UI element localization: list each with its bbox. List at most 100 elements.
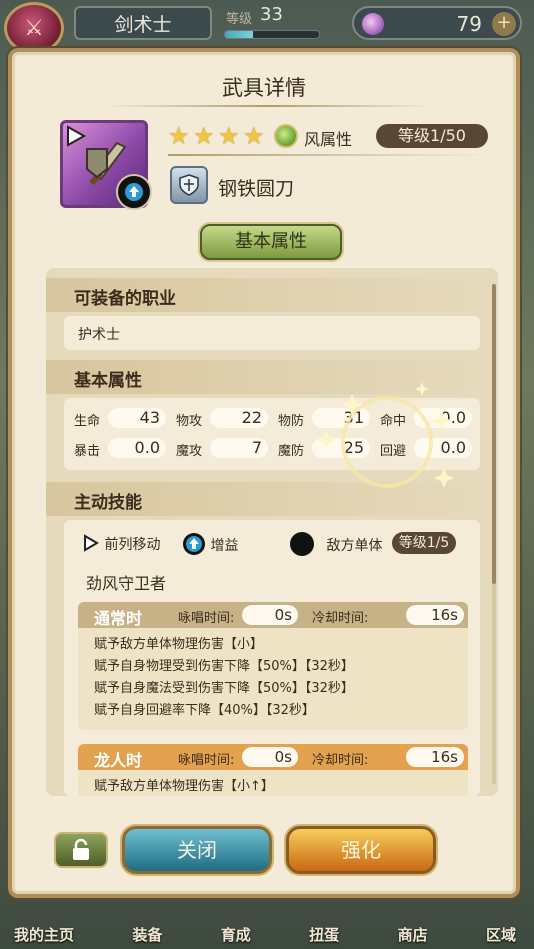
cast-label: 咏唱时间: bbox=[178, 611, 235, 626]
stat-label: 魔攻 bbox=[176, 444, 203, 459]
dragon-mode-description: 赋予敌方单体物理伤害【小↑】 bbox=[78, 770, 468, 796]
tab-basic-attributes[interactable]: 基本属性 bbox=[200, 224, 342, 260]
skill-tag-label: 增益 bbox=[210, 538, 239, 554]
level-label: 等级 bbox=[226, 12, 253, 27]
bottom-navigation: 我的主页 装备 育成 扭蛋 商店 区域 bbox=[0, 902, 534, 949]
stat-value: 0.0 bbox=[414, 438, 472, 458]
nav-equipment[interactable]: 装备 bbox=[132, 924, 162, 949]
wind-element-icon bbox=[274, 124, 298, 148]
job-value: 护术士 bbox=[78, 327, 120, 343]
stat-patk: 物攻 22 bbox=[176, 408, 272, 430]
cast-value: 0s bbox=[242, 747, 298, 767]
job-name: 剑术士 bbox=[74, 6, 212, 40]
skill-name: 劲风守卫者 bbox=[86, 574, 167, 593]
stat-label: 物攻 bbox=[176, 414, 203, 429]
stat-value: 0.0 bbox=[108, 438, 166, 458]
cast-label: 咏唱时间: bbox=[178, 753, 235, 768]
normal-mode-block: 通常时 咏唱时间: 0s 冷却时间: 16s 赋予敌方单体物理伤害【小】 赋予自… bbox=[78, 602, 468, 730]
stat-label: 回避 bbox=[380, 444, 407, 459]
stat-value: 0.0 bbox=[414, 408, 472, 428]
stat-evade: 回避 0.0 bbox=[380, 438, 476, 460]
mode-title: 通常时 bbox=[94, 609, 143, 628]
scrollbar-thumb[interactable] bbox=[492, 284, 496, 584]
stat-value: 22 bbox=[210, 408, 268, 428]
normal-mode-description: 赋予敌方单体物理伤害【小】 赋予自身物理受到伤害下降【50%】【32秒】 赋予自… bbox=[78, 628, 468, 730]
upgrade-arrow-icon bbox=[116, 174, 152, 210]
stat-value: 31 bbox=[312, 408, 370, 428]
upgrade-button[interactable]: 强化 bbox=[286, 826, 436, 874]
gem-counter: 79 + bbox=[352, 6, 522, 40]
title-divider bbox=[102, 105, 434, 107]
stat-matk: 魔攻 7 bbox=[176, 438, 272, 460]
stat-value: 43 bbox=[108, 408, 166, 428]
nav-training[interactable]: 育成 bbox=[221, 924, 251, 949]
stat-label: 生命 bbox=[74, 414, 101, 429]
detail-scroll-area[interactable]: 可装备的职业 护术士 基本属性 生命 43 物攻 22 物防 31 命中 0.0 暴击 0… bbox=[46, 268, 498, 796]
lock-button[interactable] bbox=[54, 832, 108, 868]
effect-line: 赋予自身魔法受到伤害下降【50%】【32秒】 bbox=[94, 681, 354, 696]
effect-line: 赋予自身物理受到伤害下降【50%】【32秒】 bbox=[94, 659, 354, 674]
nav-home[interactable]: 我的主页 bbox=[14, 924, 74, 949]
cooldown-value: 16s bbox=[406, 747, 464, 767]
skill-box: 前列移动 增益 敌方单体 等级1/5 劲风守卫者 通常时 咏唱时间: 0s 冷却… bbox=[64, 520, 480, 796]
skill-tag-label: 前列移动 bbox=[104, 537, 161, 553]
section-title: 可装备的职业 bbox=[74, 289, 176, 309]
shield-type-icon bbox=[170, 166, 208, 204]
gem-icon bbox=[362, 13, 384, 35]
section-header-skill: 主动技能 bbox=[46, 482, 478, 516]
stat-crit: 暴击 0.0 bbox=[74, 438, 170, 460]
skill-tag-label: 敌方单体 bbox=[326, 538, 383, 554]
cooldown-value: 16s bbox=[406, 605, 464, 625]
skill-level-badge: 等级1/5 bbox=[392, 532, 456, 554]
stat-label: 命中 bbox=[380, 414, 407, 429]
star-icon: ★ bbox=[243, 122, 265, 150]
rarity-stars: ★ ★ ★ ★ bbox=[168, 124, 267, 148]
section-title: 主动技能 bbox=[74, 493, 142, 513]
stat-hit: 命中 0.0 bbox=[380, 408, 476, 430]
section-title: 基本属性 bbox=[74, 371, 142, 391]
sub-divider bbox=[168, 154, 488, 156]
play-icon bbox=[84, 534, 99, 552]
level-value: 33 bbox=[260, 4, 283, 25]
mode-title: 龙人时 bbox=[94, 751, 143, 770]
cooldown-label: 冷却时间: bbox=[312, 753, 369, 768]
enemy-target-icon bbox=[290, 532, 314, 556]
effect-line: 赋予敌方单体物理伤害【小↑】 bbox=[94, 779, 274, 794]
top-status-bar: ⚔ 剑术士 等级 33 79 + bbox=[0, 0, 534, 54]
lock-icon bbox=[73, 838, 89, 860]
player-level: 等级 33 bbox=[218, 4, 330, 42]
normal-mode-header: 通常时 咏唱时间: 0s 冷却时间: 16s bbox=[78, 602, 468, 628]
section-header-stats: 基本属性 bbox=[46, 360, 478, 394]
nav-gacha[interactable]: 扭蛋 bbox=[309, 924, 339, 949]
stat-label: 物防 bbox=[278, 414, 305, 429]
star-icon: ★ bbox=[193, 122, 215, 150]
weapon-detail-panel: 武具详情 ★ ★ ★ ★ 风属性 等级1/50 钢铁圆刀 基本属性 可装备的职业… bbox=[8, 48, 520, 898]
stat-value: 7 bbox=[210, 438, 268, 458]
stat-pdef: 物防 31 bbox=[278, 408, 374, 430]
exp-bar bbox=[224, 30, 320, 39]
close-button[interactable]: 关闭 bbox=[122, 826, 272, 874]
add-gems-button[interactable]: + bbox=[492, 12, 516, 36]
skill-tag-enemy-single: 敌方单体 bbox=[290, 532, 382, 556]
gem-value: 79 bbox=[456, 12, 482, 36]
panel-title: 武具详情 bbox=[222, 76, 306, 100]
stat-hp: 生命 43 bbox=[74, 408, 170, 430]
stat-mdef: 魔防 25 bbox=[278, 438, 374, 460]
skill-tag-front-move: 前列移动 bbox=[82, 534, 160, 558]
scrollbar[interactable] bbox=[492, 284, 496, 784]
star-icon: ★ bbox=[218, 122, 240, 150]
stats-box: 生命 43 物攻 22 物防 31 命中 0.0 暴击 0.0 魔攻 7 魔防 25 回避 0.… bbox=[64, 398, 480, 470]
star-icon: ★ bbox=[168, 122, 190, 150]
element-label: 风属性 bbox=[304, 130, 353, 149]
buff-arrow-icon bbox=[183, 533, 205, 555]
nav-area[interactable]: 区域 bbox=[486, 924, 516, 949]
nav-shop[interactable]: 商店 bbox=[398, 924, 428, 949]
stat-label: 暴击 bbox=[74, 444, 101, 459]
effect-line: 赋予敌方单体物理伤害【小】 bbox=[94, 637, 264, 652]
stat-value: 25 bbox=[312, 438, 370, 458]
jobs-box: 护术士 bbox=[64, 316, 480, 350]
cooldown-label: 冷却时间: bbox=[312, 611, 369, 626]
skill-tag-buff: 增益 bbox=[182, 532, 238, 556]
menu-emblem-icon[interactable]: ⚔ bbox=[4, 2, 64, 54]
weapon-name: 钢铁圆刀 bbox=[218, 178, 295, 200]
